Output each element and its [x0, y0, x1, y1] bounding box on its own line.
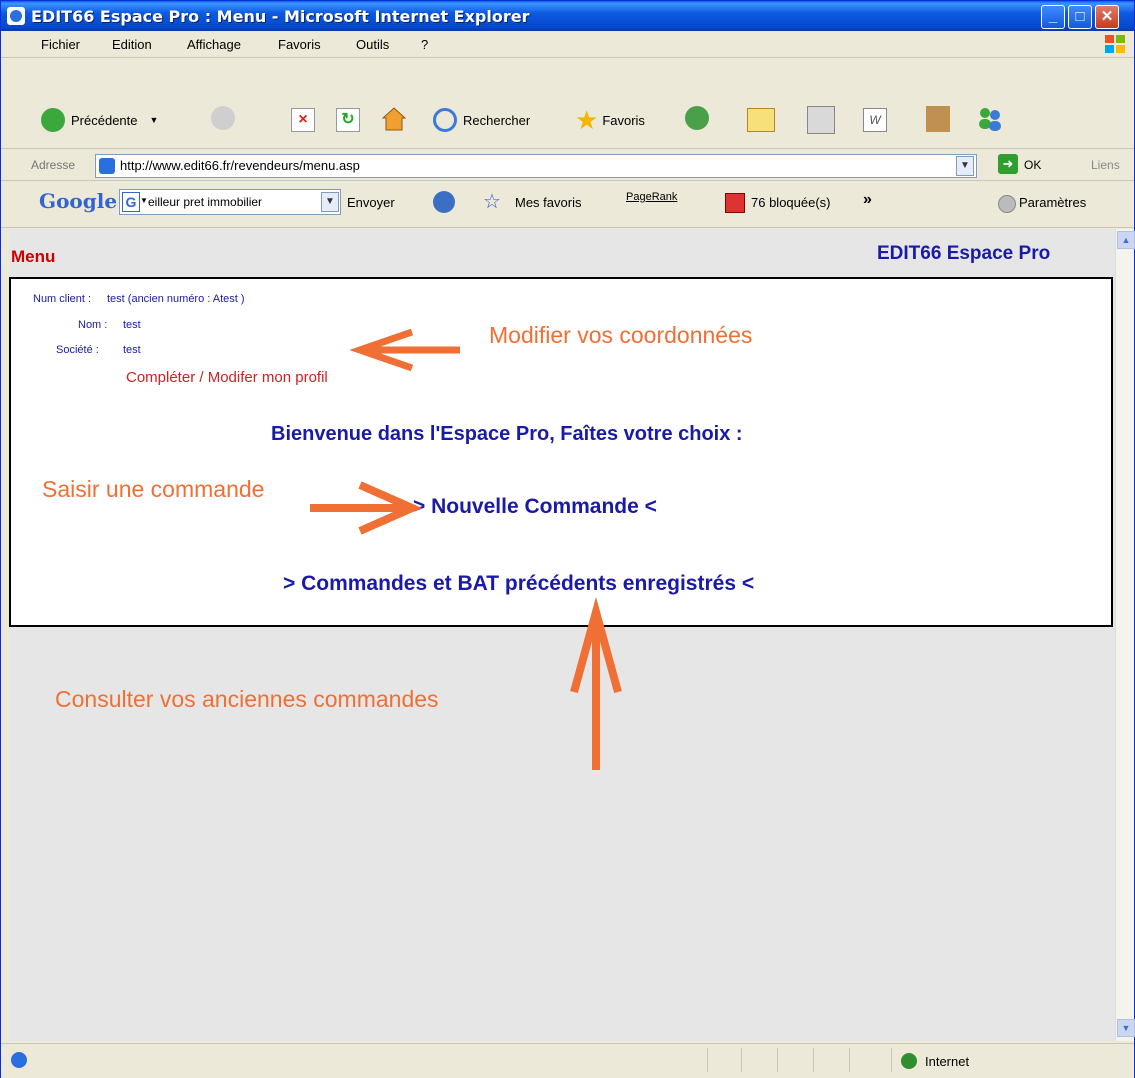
address-dropdown-icon[interactable]: ▼ [956, 156, 974, 176]
word-icon[interactable]: W [863, 108, 887, 132]
page-viewport: Menu EDIT66 Espace Pro Num client : test… [9, 229, 1115, 1041]
edit-profile-link[interactable]: Compléter / Modifer mon profil [126, 369, 328, 386]
minimize-button[interactable]: _ [1041, 5, 1065, 29]
address-bar: Adresse http://www.edit66.fr/revendeurs/… [1, 150, 1134, 181]
menu-fichier[interactable]: Fichier [41, 37, 80, 52]
forward-button[interactable] [211, 106, 235, 130]
client-number-label: Num client : [33, 293, 92, 305]
client-company-value: test [123, 344, 141, 356]
maximize-button[interactable]: □ [1068, 5, 1092, 29]
search-button[interactable]: Rechercher [433, 106, 530, 134]
print-icon[interactable] [807, 106, 835, 134]
address-url[interactable]: http://www.edit66.fr/revendeurs/menu.asp [120, 158, 360, 173]
messenger-icon[interactable] [976, 106, 1004, 132]
favorites-label: Favoris [602, 112, 645, 128]
more-chevron-icon[interactable]: » [863, 191, 872, 209]
popup-blocked-count[interactable]: 76 bloquée(s) [751, 195, 831, 210]
back-arrow-icon [41, 108, 65, 132]
title-bar[interactable]: EDIT66 Espace Pro : Menu - Microsoft Int… [1, 1, 1134, 31]
menu-help[interactable]: ? [421, 37, 428, 52]
go-arrow-icon[interactable]: ➜ [998, 154, 1018, 174]
menu-favoris[interactable]: Favoris [278, 37, 321, 52]
search-icon [433, 108, 457, 132]
back-label: Précédente [71, 112, 138, 128]
scroll-down-icon[interactable]: ▼ [1117, 1019, 1135, 1037]
welcome-heading: Bienvenue dans l'Espace Pro, Faîtes votr… [271, 423, 743, 445]
page-icon [99, 158, 115, 174]
search-label: Rechercher [463, 112, 531, 128]
google-search-input[interactable]: G ▼ eilleur pret immobilier ▼ [119, 189, 341, 215]
stop-icon[interactable]: × [291, 108, 315, 132]
star-icon: ★ [575, 104, 599, 135]
windows-logo-icon [1105, 35, 1125, 53]
standard-toolbar: Précédente ▼ × ↻ Rechercher ★ Favoris W [1, 58, 1134, 149]
go-button[interactable]: OK [1024, 158, 1041, 172]
links-button[interactable]: Liens [1091, 158, 1120, 172]
previous-orders-link[interactable]: > Commandes et BAT précédents enregistré… [283, 572, 754, 596]
settings-icon [998, 195, 1016, 213]
google-logo-text: Google [39, 189, 118, 213]
status-divider [891, 1048, 892, 1072]
status-divider [849, 1048, 850, 1072]
menu-bar: Fichier Edition Affichage Favoris Outils… [1, 31, 1134, 58]
search-history-dropdown-icon[interactable]: ▼ [321, 192, 339, 212]
status-divider [813, 1048, 814, 1072]
research-icon[interactable] [926, 106, 950, 132]
status-bar: Internet [1, 1043, 1134, 1078]
vertical-scrollbar[interactable]: ▲ ▼ [1115, 229, 1135, 1041]
pagerank-indicator[interactable]: PageRank [626, 191, 677, 203]
menu-affichage[interactable]: Affichage [187, 37, 241, 52]
google-settings-button[interactable]: Paramètres [1019, 195, 1086, 210]
ie-icon [7, 7, 25, 25]
client-name-label: Nom : [78, 319, 108, 331]
back-button[interactable]: Précédente ▼ [41, 106, 158, 134]
google-search-site-icon[interactable] [433, 191, 455, 213]
mail-icon[interactable] [747, 108, 775, 132]
status-divider [707, 1048, 708, 1072]
address-input[interactable]: http://www.edit66.fr/revendeurs/menu.asp… [95, 154, 977, 178]
google-toolbar: Google G ▼ eilleur pret immobilier ▼ Env… [1, 181, 1134, 228]
google-logo[interactable]: Google [39, 189, 117, 213]
browser-window: EDIT66 Espace Pro : Menu - Microsoft Int… [0, 0, 1135, 1078]
google-g-icon: G [122, 192, 140, 212]
client-number-value: test (ancien numéro : Atest ) [107, 293, 245, 305]
client-name-value: test [123, 319, 141, 331]
status-divider [777, 1048, 778, 1072]
close-button[interactable]: ✕ [1095, 5, 1119, 29]
history-icon[interactable] [685, 106, 709, 130]
menu-edition[interactable]: Edition [112, 37, 152, 52]
refresh-icon[interactable]: ↻ [336, 108, 360, 132]
status-divider [741, 1048, 742, 1072]
scroll-up-icon[interactable]: ▲ [1117, 231, 1135, 249]
google-favorites-button[interactable]: Mes favoris [515, 195, 581, 210]
google-search-value[interactable]: eilleur pret immobilier [148, 195, 262, 209]
security-zone-label: Internet [925, 1054, 970, 1069]
home-icon[interactable] [381, 106, 407, 132]
page-brand: EDIT66 Espace Pro [877, 243, 1051, 264]
client-company-label: Société : [56, 344, 99, 356]
address-label: Adresse [31, 158, 76, 172]
window-title: EDIT66 Espace Pro : Menu - Microsoft Int… [31, 7, 530, 26]
page-menu-title: Menu [11, 247, 56, 266]
favorites-star-icon: ☆ [483, 191, 501, 213]
search-dropdown-icon[interactable]: ▼ [140, 196, 148, 205]
menu-panel: Num client : test (ancien numéro : Atest… [9, 277, 1113, 627]
new-order-link[interactable]: > Nouvelle Commande < [413, 495, 657, 519]
favorites-button[interactable]: ★ Favoris [575, 104, 645, 135]
popup-blocker-icon [725, 193, 745, 213]
back-dropdown-icon[interactable]: ▼ [150, 115, 159, 125]
menu-outils[interactable]: Outils [356, 37, 389, 52]
status-page-icon [11, 1052, 27, 1068]
internet-zone-icon [901, 1053, 917, 1069]
google-send-button[interactable]: Envoyer [347, 195, 395, 210]
